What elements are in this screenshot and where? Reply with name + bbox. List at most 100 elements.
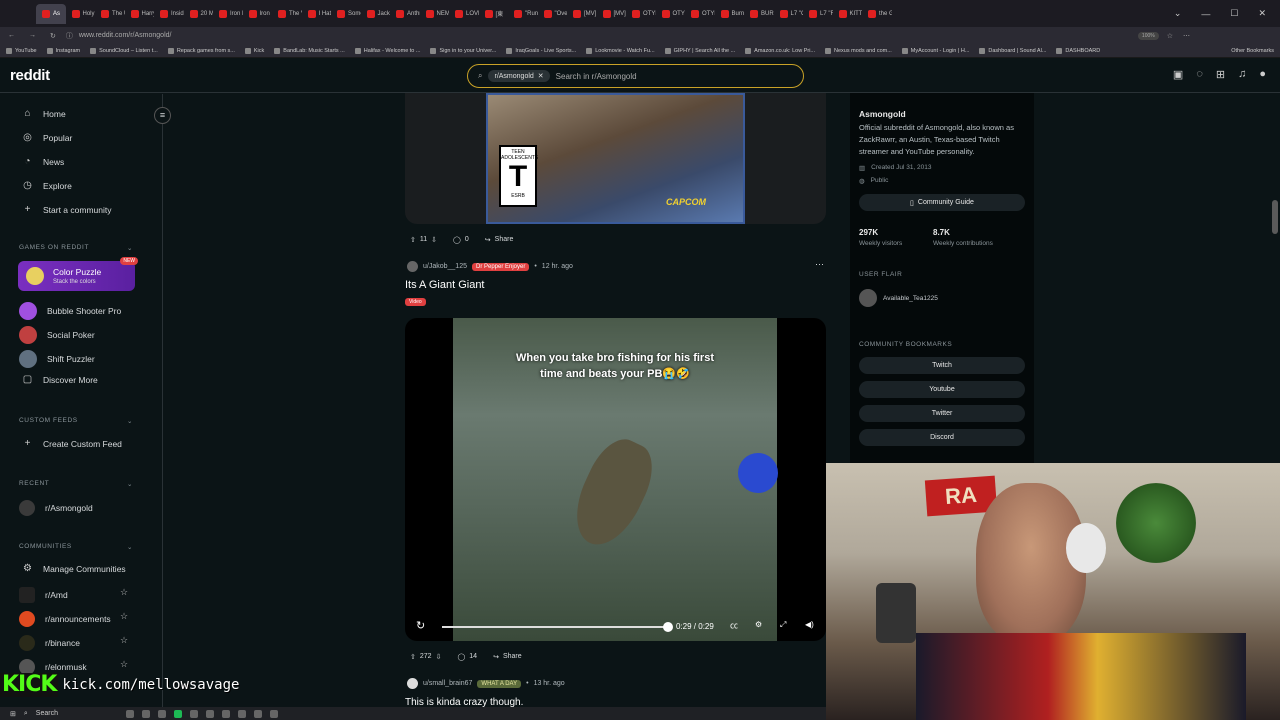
forward-icon[interactable]: → (29, 32, 36, 39)
video-player[interactable]: When you take bro fishing for his first … (405, 318, 826, 641)
nav-home[interactable]: ⌂ Home (22, 108, 65, 119)
post-image[interactable]: CAPCOM TEEN ADOLESCENTS T ESRB (405, 93, 826, 224)
taskbar-app-icon[interactable] (237, 709, 246, 718)
post-author[interactable]: u/Jakob__125 (423, 263, 467, 270)
browser-tab[interactable]: LOVE (449, 4, 479, 24)
bookmark-item[interactable]: DASHBOARD (1056, 47, 1100, 54)
bookmark-youtube[interactable]: Youtube (859, 381, 1025, 398)
browser-tab[interactable]: Insid (154, 4, 184, 24)
maximize-icon[interactable]: ☐ (1230, 8, 1238, 19)
create-custom-feed[interactable]: + Create Custom Feed (22, 438, 122, 449)
nav-popular[interactable]: ◎ Popular (22, 132, 72, 143)
browser-tab[interactable]: Iron M (213, 4, 243, 24)
taskbar-app-icon[interactable] (253, 709, 262, 718)
tab-menu-icon[interactable]: ⌄ (1174, 8, 1182, 19)
browser-tab[interactable]: [MV] (567, 4, 597, 24)
game-shift-puzzler[interactable]: Shift Puzzler (19, 350, 95, 368)
favorite-star-icon[interactable]: ☆ (120, 611, 128, 622)
other-bookmarks[interactable]: Other Bookmarks (1231, 48, 1274, 54)
captions-icon[interactable]: ㏄ (730, 620, 738, 631)
browser-tab[interactable]: Holy (66, 4, 96, 24)
share-button[interactable]: ↪ Share (488, 648, 527, 665)
bookmark-item[interactable]: MyAccount - Login | H... (901, 47, 969, 54)
browser-tab[interactable]: "Ove (538, 4, 567, 24)
browser-tab[interactable]: The V (272, 4, 302, 24)
taskbar-app-icon[interactable] (157, 709, 166, 718)
taskbar-app-icon[interactable] (189, 709, 198, 718)
bookmark-item[interactable]: Lookmovie - Watch Fu... (586, 47, 655, 54)
browser-tab[interactable]: KITTE (833, 4, 862, 24)
browser-tab[interactable]: OTYK (626, 4, 656, 24)
browser-tab[interactable]: I Hatz (302, 4, 331, 24)
video-progress-track[interactable] (442, 626, 668, 628)
browser-tab[interactable]: OTYK (656, 4, 685, 24)
bookmark-item[interactable]: Dashboard | Sound Al... (979, 47, 1046, 54)
custom-feeds-header[interactable]: CUSTOM FEEDS ⌄ (19, 417, 133, 425)
spotify-icon[interactable] (173, 709, 182, 718)
site-info-icon[interactable]: ⓘ (66, 31, 73, 41)
search-input[interactable]: Search in r/Asmongold (556, 72, 637, 81)
post-title[interactable]: Its A Giant Giant (405, 279, 485, 291)
discover-more[interactable]: ▢ Discover More (22, 374, 98, 385)
bookmark-item[interactable]: Amazon.co.uk: Low Pri... (745, 47, 815, 54)
communities-header[interactable]: COMMUNITIES ⌄ (19, 543, 133, 551)
bookmark-item[interactable]: Repack games from s... (167, 47, 235, 54)
comments-button[interactable]: ◯ 0 (448, 231, 474, 248)
collapse-sidebar-button[interactable]: ≡ (154, 107, 171, 124)
community-binance[interactable]: r/binance (19, 635, 80, 651)
video-progress-handle[interactable] (663, 622, 673, 632)
subreddit-chip[interactable]: r/Asmongold ✕ (488, 70, 550, 82)
downvote-icon[interactable]: ⇩ (436, 653, 442, 661)
favorite-star-icon[interactable]: ☆ (120, 635, 128, 646)
browser-tab[interactable]: As (36, 3, 66, 24)
reload-icon[interactable]: ↻ (50, 32, 56, 40)
chat-icon[interactable]: ◌ (1196, 68, 1203, 81)
settings-icon[interactable]: ⚙ (755, 620, 762, 629)
author-avatar[interactable] (407, 261, 418, 272)
games-section-header[interactable]: GAMES ON REDDIT ⌄ (19, 244, 133, 252)
replay-icon[interactable]: ↻ (416, 619, 425, 632)
browser-tab[interactable]: OTYK (685, 4, 715, 24)
browser-tab[interactable]: Some (331, 4, 361, 24)
bookmark-item[interactable]: IraqGoals - Live Sports... (506, 47, 576, 54)
reddit-logo[interactable]: reddit (10, 67, 50, 84)
bookmark-item[interactable]: YouTube (6, 47, 37, 54)
browser-tab[interactable]: BURN (744, 4, 774, 24)
community-guide-button[interactable]: ▯ Community Guide (859, 194, 1025, 211)
more-options-icon[interactable]: ⋯ (815, 259, 824, 270)
browser-tab[interactable]: the G (862, 4, 892, 24)
taskbar-app-icon[interactable] (221, 709, 230, 718)
bookmark-item[interactable]: Nexus mods and com... (825, 47, 892, 54)
bookmark-item[interactable]: Sign in to your Univer... (430, 47, 496, 54)
recent-header[interactable]: RECENT ⌄ (19, 480, 133, 488)
advertise-icon[interactable]: ▣ (1173, 68, 1183, 81)
bookmark-discord[interactable]: Discord (859, 429, 1025, 446)
bookmark-twitch[interactable]: Twitch (859, 357, 1025, 374)
browser-tab[interactable]: L7 "R (803, 4, 833, 24)
bookmark-item[interactable]: GIPHY | Search All the ... (664, 47, 735, 54)
browser-tab[interactable]: [MV] (597, 4, 627, 24)
post-author[interactable]: u/small_brain67 (423, 680, 472, 687)
taskbar-app-icon[interactable] (205, 709, 214, 718)
favorite-star-icon[interactable]: ☆ (120, 659, 128, 670)
bookmark-item[interactable]: Instagram (46, 47, 80, 54)
bookmark-twitter[interactable]: Twitter (859, 405, 1025, 422)
community-amd[interactable]: r/Amd (19, 587, 68, 603)
bookmark-item[interactable]: Halifax - Welcome to ... (354, 47, 420, 54)
nav-start-community[interactable]: + Start a community (22, 204, 112, 215)
user-flair-row[interactable]: Available_Tea1225 (859, 289, 938, 307)
taskbar-search[interactable]: Search (36, 710, 58, 717)
fullscreen-icon[interactable]: ⤢ (780, 620, 786, 630)
zoom-level[interactable]: 100% (1137, 31, 1159, 40)
game-social-poker[interactable]: Social Poker (19, 326, 95, 344)
upvote-icon[interactable]: ⇧ (410, 653, 416, 661)
comments-button[interactable]: ◯ 14 (452, 648, 482, 665)
browser-tab[interactable]: [東 (479, 4, 509, 24)
browser-tab[interactable]: Anthr (390, 4, 420, 24)
featured-game-card[interactable]: Color Puzzle Stack the colors NEW (18, 257, 138, 291)
browser-tab[interactable]: Jack I (361, 4, 390, 24)
browser-tab[interactable]: Harry (125, 4, 154, 24)
notifications-icon[interactable]: ♫ (1238, 68, 1246, 81)
taskbar-app-icon[interactable] (125, 709, 134, 718)
bookmark-star-icon[interactable]: ☆ (1167, 32, 1173, 40)
